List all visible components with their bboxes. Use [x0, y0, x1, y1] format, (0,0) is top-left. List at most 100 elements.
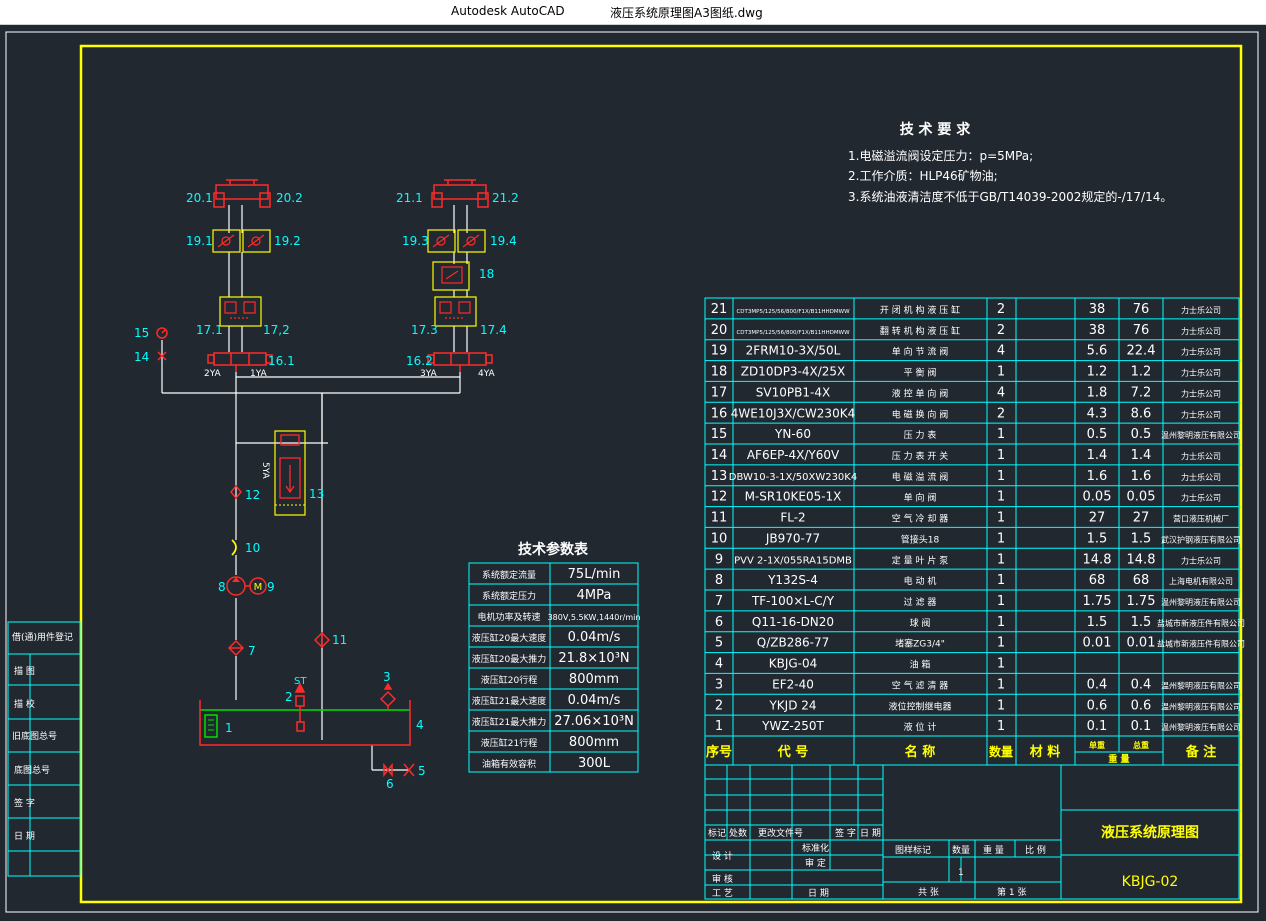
tb-label: 审 核 — [712, 873, 733, 885]
pipe-joint-10[interactable] — [231, 539, 237, 556]
motor-9[interactable]: M — [249, 577, 267, 595]
bom-remark: 温州黎明液压有限公司 — [1161, 701, 1241, 711]
bom-name: 定 量 叶 片 泵 — [892, 554, 948, 566]
check-valves-17[interactable] — [219, 296, 477, 327]
pressure-gauge-15[interactable] — [156, 327, 168, 339]
label-21-1: 21.1 — [396, 191, 423, 205]
bom-code: EF2-40 — [772, 677, 814, 691]
bom-total-weight: 8.6 — [1131, 406, 1152, 421]
cylinder-20[interactable] — [213, 179, 271, 208]
bom-header-no: 序号 — [706, 744, 732, 760]
tb-label: 日 期 — [860, 828, 881, 839]
side-stamp-label: 借(通)用件登记 — [12, 631, 73, 643]
bom-code: PVV 2-1X/055RA15DMB — [734, 555, 852, 566]
label-1ya: 1YA — [250, 369, 268, 379]
bom-no: 6 — [715, 615, 723, 630]
bom-no: 2 — [715, 698, 723, 713]
bom-table: 21 CDT3MP5/125/56/800/F1X/B11HHDMWW 开 闭 机 … — [704, 297, 1245, 766]
label-4ya: 4YA — [478, 369, 496, 379]
bom-header-code: 代 号 — [777, 744, 809, 760]
bom-name: 空 气 滤 清 器 — [892, 679, 948, 691]
bom-remark: 力士乐公司 — [1181, 409, 1221, 419]
bom-code: JB970-77 — [765, 531, 820, 545]
bom-unit-weight: 38 — [1089, 323, 1106, 338]
tb-quantity: 1 — [958, 868, 964, 878]
param-value: 380V,5.5KW,1440r/min — [548, 613, 641, 622]
bom-code: CDT3MP5/125/56/800/F1X/B11HHDMWW — [736, 330, 850, 336]
bom-header-qty: 数量 — [989, 744, 1013, 759]
pump-8[interactable] — [226, 576, 250, 596]
bom-unit-weight: 0.1 — [1087, 719, 1108, 734]
component-labels: 20.1 20.2 21.1 21.2 19.1 19.2 19.3 19.4 … — [134, 191, 519, 791]
label-19-2: 19.2 — [274, 234, 301, 248]
bom-no: 15 — [711, 427, 728, 442]
tb-label: 第 1 张 — [997, 886, 1026, 898]
bom-qty: 1 — [997, 594, 1005, 609]
label-19-1: 19.1 — [186, 234, 213, 248]
level-gauge-1[interactable] — [204, 714, 218, 738]
bom-name: 电 磁 溢 流 阀 — [892, 471, 948, 483]
label-17-4: 17.4 — [480, 323, 507, 337]
tb-label: 标准化 — [802, 842, 829, 854]
solenoid-labels: 2YA 1YA 3YA 4YA 5YA — [204, 369, 496, 480]
air-cooler-11[interactable] — [313, 631, 331, 649]
tech-params-table: 技术参数表 系统额定流量 75L/min 系统额定压力 4MPa 电机功率及转速 380V… — [468, 541, 641, 773]
bom-remark: 武汉护钢液压有限公司 — [1161, 534, 1241, 544]
label-11: 11 — [332, 633, 347, 647]
window-title-bar: Autodesk AutoCAD 液压系统原理图A3图纸.dwg — [0, 0, 1266, 25]
throttle-symbols — [217, 234, 480, 248]
file-name: 液压系统原理图A3图纸.dwg — [610, 6, 763, 20]
bom-code: AF6EP-4X/Y60V — [747, 448, 840, 462]
label-10: 10 — [245, 541, 260, 555]
bom-qty: 1 — [997, 365, 1005, 380]
bom-name: 油 箱 — [910, 659, 931, 671]
bom-header-material: 材 料 — [1030, 744, 1061, 760]
bom-total-weight: 0.4 — [1131, 677, 1152, 692]
param-label: 油箱有效容积 — [482, 758, 536, 770]
hydraulic-schematic[interactable]: M 20.1 20.2 21.1 21.2 19.1 19.2 19.3 19.… — [134, 179, 519, 791]
side-stamp-label: 签 字 — [14, 797, 35, 809]
label-6: 6 — [386, 777, 394, 791]
bom-total-weight: 1.4 — [1131, 448, 1152, 463]
side-stamp-texts: 借(通)用件登记 描 图 描 校 旧底图总号 底图总号 签 字 日 期 — [12, 631, 73, 842]
bom-unit-weight: 1.75 — [1083, 594, 1112, 609]
bom-no: 5 — [715, 636, 723, 651]
drawing-canvas[interactable]: 借(通)用件登记 描 图 描 校 旧底图总号 底图总号 签 字 日 期 M 20… — [0, 24, 1266, 921]
air-filter-3[interactable] — [379, 682, 397, 710]
bom-code: 4WE10J3X/CW230K4 — [731, 406, 855, 420]
tb-label: 重 量 — [983, 844, 1004, 856]
param-value: 800mm — [569, 672, 619, 687]
param-label: 液压缸21最大推力 — [472, 716, 546, 728]
param-label: 系统额定流量 — [482, 569, 536, 581]
bom-unit-weight: 27 — [1089, 511, 1106, 526]
bom-no: 3 — [715, 677, 723, 692]
bom-code: YKJD 24 — [768, 698, 816, 712]
bom-total-weight: 27 — [1133, 511, 1150, 526]
level-relay-2[interactable] — [294, 682, 306, 732]
throttle-valves-19[interactable] — [212, 229, 486, 253]
bom-total-weight: 0.01 — [1127, 636, 1156, 651]
bom-unit-weight: 68 — [1089, 573, 1106, 588]
bom-remark: 温州黎明液压有限公司 — [1161, 430, 1241, 440]
label-12: 12 — [245, 488, 260, 502]
bom-total-weight: 1.5 — [1131, 615, 1152, 630]
balance-valve-18[interactable] — [432, 261, 470, 291]
bom-qty: 1 — [997, 573, 1005, 588]
bom-code: Q/ZB286-77 — [757, 636, 829, 650]
title-block-labels: 标记 处数 更改文件号 签 字 日 期 设 计 标准化 审 定 审 核 工 艺 … — [708, 827, 1046, 899]
label-3ya: 3YA — [420, 369, 438, 379]
side-stamp-label: 日 期 — [14, 831, 35, 842]
bom-qty: 1 — [997, 490, 1005, 505]
bom-name: 单 向 阀 — [904, 492, 937, 504]
filter-7[interactable] — [227, 639, 245, 657]
label-1: 1 — [225, 721, 233, 735]
tb-label: 数量 — [952, 844, 970, 856]
param-label: 液压缸21行程 — [481, 737, 537, 749]
cylinder-21[interactable] — [431, 179, 489, 208]
bom-unit-weight: 5.6 — [1087, 344, 1108, 359]
bom-remark: 温州黎明液压有限公司 — [1161, 722, 1241, 732]
label-3: 3 — [383, 670, 391, 684]
param-value: 75L/min — [568, 567, 621, 582]
label-5ya: 5YA — [260, 462, 270, 480]
label-16-2: 16.2 — [406, 354, 433, 368]
